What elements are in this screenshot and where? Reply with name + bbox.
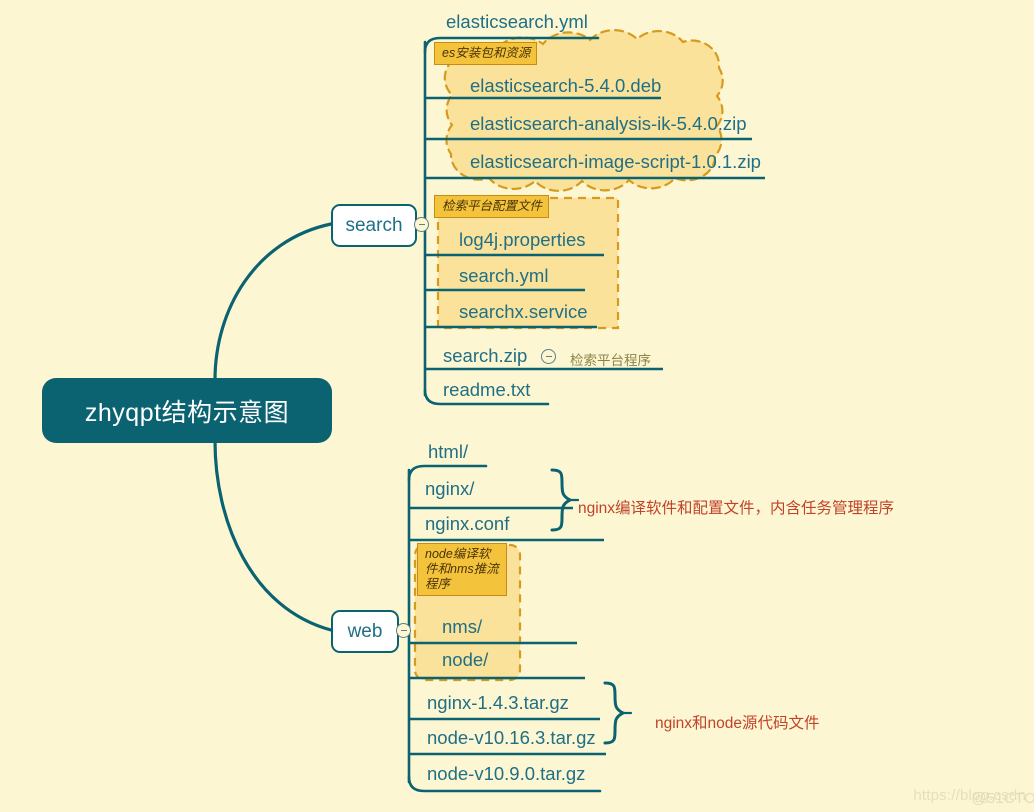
branch-node-web[interactable]: web	[331, 610, 399, 653]
leaf-node-v10-9-0-tar[interactable]: node-v10.9.0.tar.gz	[427, 763, 585, 785]
annotation-search-program: 检索平台程序	[570, 353, 651, 368]
root-label: zhyqpt结构示意图	[84, 398, 290, 427]
leaf-es-image-script[interactable]: elasticsearch-image-script-1.0.1.zip	[470, 151, 761, 173]
leaf-nms-dir[interactable]: nms/	[442, 616, 482, 638]
nginx-note-brace	[550, 468, 574, 532]
callout-chip-node-build: node编译软件和nms推流程序	[417, 543, 507, 596]
leaf-elasticsearch-yml[interactable]: elasticsearch.yml	[446, 11, 588, 33]
watermark-brand: @51CTO博客	[971, 790, 1034, 807]
leaf-node-v10-16-3-tar[interactable]: node-v10.16.3.tar.gz	[427, 727, 596, 749]
leaf-search-yml[interactable]: search.yml	[459, 265, 548, 287]
collapse-circle-icon[interactable]	[414, 217, 429, 232]
leaf-search-zip[interactable]: search.zip	[443, 345, 527, 367]
collapse-circle-icon[interactable]	[396, 623, 411, 638]
leaf-nginx-tar[interactable]: nginx-1.4.3.tar.gz	[427, 692, 569, 714]
root-to-web-connector	[213, 439, 333, 632]
branch-label-search: search	[345, 214, 403, 236]
leaf-es-deb[interactable]: elasticsearch-5.4.0.deb	[470, 75, 661, 97]
root-to-search-connector	[213, 222, 333, 382]
leaf-nginx-dir[interactable]: nginx/	[425, 478, 474, 500]
watermark: https://blog.csdn @51CTO博客	[913, 787, 1034, 807]
source-note-brace	[603, 681, 627, 745]
annotation-source-note: nginx和node源代码文件	[655, 715, 820, 732]
leaf-log4j-properties[interactable]: log4j.properties	[459, 229, 586, 251]
annotation-nginx-note: nginx编译软件和配置文件，内含任务管理程序	[578, 500, 895, 517]
leaf-html-dir[interactable]: html/	[428, 441, 468, 463]
leaf-searchx-service[interactable]: searchx.service	[459, 301, 588, 323]
callout-chip-search-config: 检索平台配置文件	[434, 195, 550, 218]
leaf-nginx-conf[interactable]: nginx.conf	[425, 513, 509, 535]
root-node[interactable]: zhyqpt结构示意图	[42, 378, 332, 443]
branch-label-web: web	[347, 620, 383, 642]
leaf-node-dir[interactable]: node/	[442, 649, 488, 671]
collapse-circle-icon[interactable]	[541, 349, 556, 364]
branch-node-search[interactable]: search	[331, 204, 417, 247]
leaf-es-analysis-ik[interactable]: elasticsearch-analysis-ik-5.4.0.zip	[470, 113, 747, 135]
leaf-readme-txt[interactable]: readme.txt	[443, 379, 530, 401]
callout-chip-es-package: es安装包和资源	[434, 42, 538, 65]
